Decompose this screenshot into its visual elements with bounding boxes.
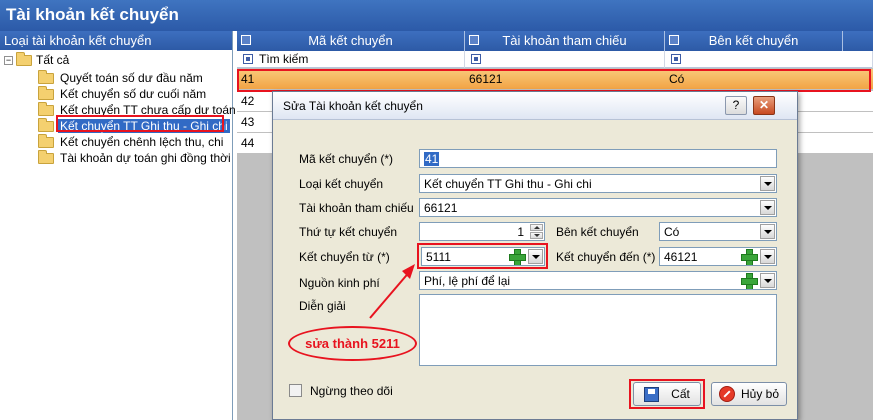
side-value: Có: [664, 225, 680, 239]
add-icon[interactable]: [740, 248, 758, 265]
to-select[interactable]: 46121: [659, 247, 777, 266]
filter-icon[interactable]: [243, 54, 253, 64]
cancel-button[interactable]: Hủy bỏ: [711, 382, 787, 406]
chevron-down-icon[interactable]: [760, 249, 775, 264]
close-button[interactable]: ✕: [753, 96, 775, 115]
folder-icon: [38, 69, 54, 84]
tree-root[interactable]: − Tất cả: [4, 51, 70, 67]
folder-icon: [16, 51, 32, 66]
tree-item-closing-balance[interactable]: Kết chuyển số dư cuối năm: [38, 85, 208, 102]
filter-side[interactable]: [665, 51, 873, 68]
tree-item-difference[interactable]: Kết chuyển chênh lệch thu, chi: [38, 133, 225, 150]
highlight-box-tree-item: [56, 115, 224, 132]
checkbox-icon[interactable]: [669, 35, 679, 45]
chevron-down-icon[interactable]: [760, 200, 775, 215]
ref-value: 66121: [424, 201, 458, 215]
sidebar-header: Loại tài khoản kết chuyển: [0, 31, 232, 50]
annotation-note: sửa thành 5211: [288, 326, 417, 361]
highlight-box-row: [237, 69, 871, 92]
filter-row: Tìm kiếm: [237, 51, 873, 68]
code-label: Mã kết chuyển (*): [299, 152, 394, 166]
cell-code: 44: [241, 136, 255, 150]
cell-code: 43: [241, 115, 255, 129]
tree-item-label: Kết chuyển số dư cuối năm: [60, 87, 207, 101]
column-account-label: Tài khoản tham chiếu: [502, 33, 627, 48]
filter-icon[interactable]: [671, 54, 681, 64]
add-icon[interactable]: [740, 272, 758, 289]
order-value: 1: [517, 225, 524, 239]
tree-item-opening-balance[interactable]: Quyết toán số dư đầu năm: [38, 69, 205, 86]
folder-icon: [38, 85, 54, 100]
tree-item-label: Kết chuyển chênh lệch thu, chi: [60, 135, 224, 149]
fund-select[interactable]: Phí, lệ phí để lại: [419, 271, 777, 290]
chevron-down-icon[interactable]: [760, 224, 775, 239]
column-code[interactable]: Mã kết chuyển: [237, 31, 465, 51]
ref-select[interactable]: 66121: [419, 198, 777, 217]
side-select[interactable]: Có: [659, 222, 777, 241]
tree-root-label: Tất cả: [36, 53, 70, 67]
sidebar-panel: Loại tài khoản kết chuyển − Tất cả Quyết…: [0, 31, 236, 420]
to-value: 46121: [664, 250, 698, 264]
column-code-label: Mã kết chuyển: [308, 33, 393, 48]
column-account[interactable]: Tài khoản tham chiếu: [465, 31, 665, 51]
app-window: Tài khoản kết chuyển Loại tài khoản kết …: [0, 0, 873, 420]
tree-item-label: Quyết toán số dư đầu năm: [60, 71, 203, 85]
code-field[interactable]: 41: [419, 149, 777, 168]
filter-icon[interactable]: [471, 54, 481, 64]
checkbox-icon[interactable]: [469, 35, 479, 45]
checkbox-icon[interactable]: [241, 35, 251, 45]
code-value: 41: [424, 152, 440, 166]
folder-icon: [38, 101, 54, 116]
fund-label: Nguồn kinh phí: [299, 276, 380, 290]
edit-dialog: Sửa Tài khoản kết chuyển ? ✕ Mã kết chuy…: [272, 91, 798, 420]
cancel-icon: [718, 386, 735, 402]
filter-account[interactable]: [465, 51, 665, 68]
filter-code[interactable]: Tìm kiếm: [237, 51, 465, 68]
tree-item-concurrent-estimate[interactable]: Tài khoản dự toán ghi đồng thời: [38, 149, 233, 166]
type-value: Kết chuyển TT Ghi thu - Ghi chi: [424, 177, 592, 191]
filter-placeholder: Tìm kiếm: [259, 52, 309, 66]
type-label: Loại kết chuyển: [299, 177, 384, 191]
chevron-down-icon[interactable]: [760, 176, 775, 191]
column-side[interactable]: Bên kết chuyển: [665, 31, 843, 51]
cell-code: 42: [241, 94, 255, 108]
folder-icon: [38, 149, 54, 164]
help-button[interactable]: ?: [725, 96, 747, 115]
folder-icon: [38, 133, 54, 148]
ref-label: Tài khoản tham chiếu: [299, 201, 414, 215]
highlight-box-save: [629, 379, 705, 409]
desc-label: Diễn giải: [299, 299, 346, 313]
order-label: Thứ tự kết chuyển: [299, 225, 398, 239]
to-label: Kết chuyển đến (*): [556, 250, 656, 264]
folder-icon: [38, 117, 54, 132]
window-title: Tài khoản kết chuyển: [0, 0, 873, 31]
collapse-icon[interactable]: −: [4, 55, 13, 65]
stop-tracking-label: Ngừng theo dõi: [310, 384, 393, 398]
order-stepper[interactable]: 1: [419, 222, 545, 241]
spinner-icon[interactable]: [530, 224, 543, 239]
desc-textarea[interactable]: [419, 294, 777, 366]
stop-tracking-checkbox[interactable]: [289, 384, 302, 397]
chevron-down-icon[interactable]: [760, 273, 775, 288]
dialog-title: Sửa Tài khoản kết chuyển: [273, 92, 797, 120]
grid-header: Mã kết chuyển Tài khoản tham chiếu Bên k…: [237, 31, 873, 51]
from-label: Kết chuyển từ (*): [299, 250, 390, 264]
column-side-label: Bên kết chuyển: [708, 33, 799, 48]
type-select[interactable]: Kết chuyển TT Ghi thu - Ghi chi: [419, 174, 777, 193]
tree-item-label: Tài khoản dự toán ghi đồng thời: [60, 151, 231, 165]
highlight-box-from: [417, 243, 548, 269]
side-label: Bên kết chuyển: [556, 225, 639, 239]
fund-value: Phí, lệ phí để lại: [424, 274, 511, 288]
cancel-label: Hủy bỏ: [740, 387, 780, 401]
